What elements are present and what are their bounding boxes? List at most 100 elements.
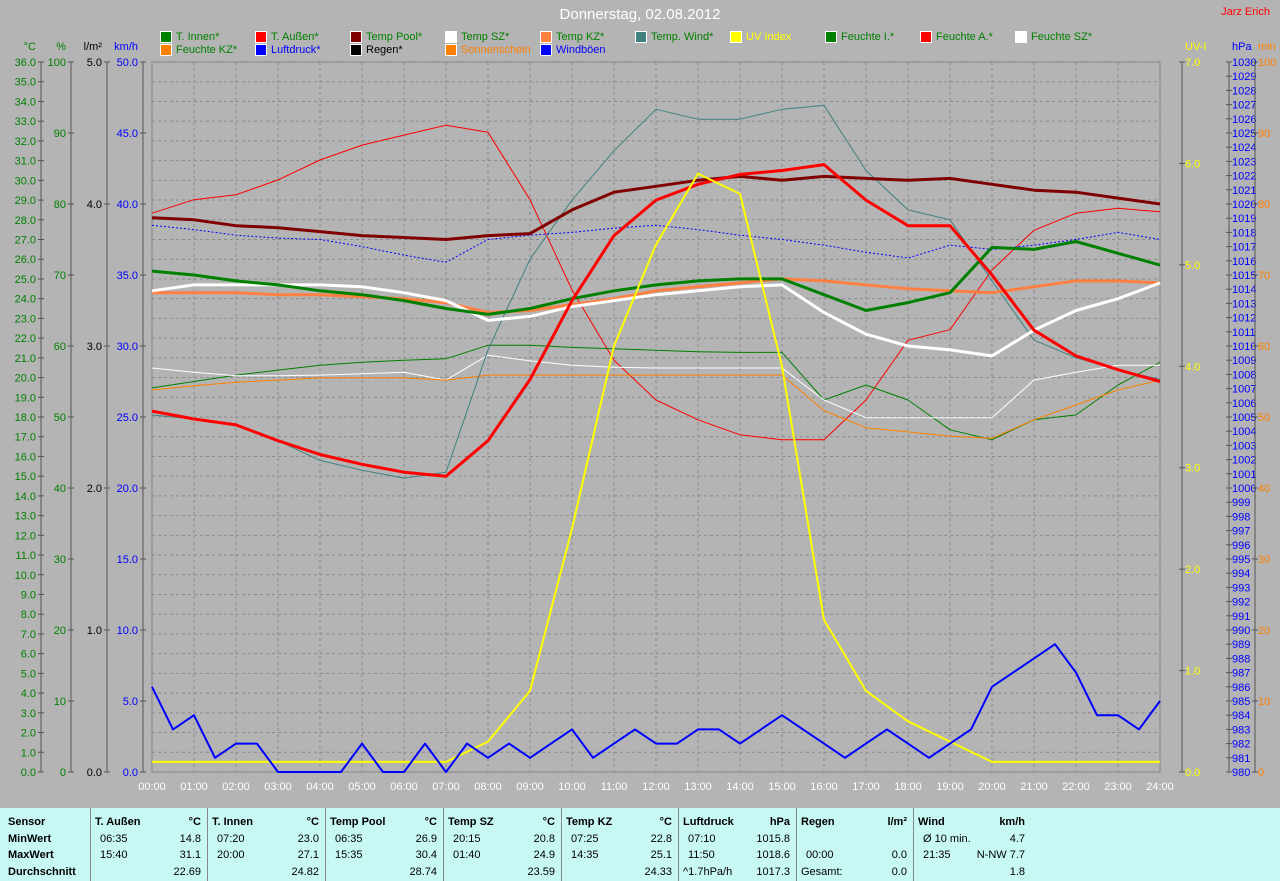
- axis-tick-label-hum: 80: [54, 199, 66, 211]
- axis-tick-label-temp: 27.0: [15, 235, 36, 247]
- axis-tick-label-temp: 29.0: [15, 195, 36, 207]
- max-time: 01:40: [453, 849, 481, 861]
- x-tick-label: 12:00: [642, 781, 670, 793]
- axis-tick-label-sun: 50: [1258, 412, 1270, 424]
- x-tick-label: 24:00: [1146, 781, 1174, 793]
- axis-tick-label-press: 1002: [1232, 455, 1256, 467]
- column-unit: °C: [424, 816, 437, 828]
- min-time: 06:35: [100, 833, 128, 845]
- axis-tick-label-press: 1021: [1232, 185, 1256, 197]
- axis-unit-sun: min: [1258, 41, 1276, 53]
- axis-tick-label-temp: 23.0: [15, 313, 36, 325]
- max-value: 27.1: [297, 849, 319, 861]
- x-tick-label: 21:00: [1020, 781, 1048, 793]
- column-header: Regen: [801, 816, 835, 828]
- x-tick-label: 00:00: [138, 781, 166, 793]
- axis-tick-label-temp: 28.0: [15, 215, 36, 227]
- axis-tick-label-uv: 4.0: [1185, 361, 1200, 373]
- max-value: 30.4: [415, 849, 437, 861]
- axis-tick-label-uv: 5.0: [1185, 260, 1200, 272]
- axis-tick-label-press: 996: [1232, 540, 1250, 552]
- column-unit: hPa: [769, 816, 790, 828]
- x-tick-label: 02:00: [222, 781, 250, 793]
- max-value: 31.1: [179, 849, 201, 861]
- axis-tick-label-sun: 40: [1258, 483, 1270, 495]
- max-value: N-NW 7.7: [976, 849, 1025, 861]
- axis-tick-label-rain: 2.0: [87, 483, 102, 495]
- x-tick-label: 13:00: [684, 781, 712, 793]
- min-time: 20:15: [453, 833, 481, 845]
- axis-tick-label-uv: 3.0: [1185, 463, 1200, 475]
- axis-tick-label-temp: 20.0: [15, 373, 36, 385]
- axis-tick-label-temp: 8.0: [21, 609, 36, 621]
- column-header: Temp SZ: [448, 816, 494, 828]
- axis-tick-label-uv: 7.0: [1185, 57, 1200, 69]
- max-time: 11:50: [688, 849, 715, 861]
- axis-tick-label-hum: 70: [54, 270, 66, 282]
- x-tick-label: 15:00: [768, 781, 796, 793]
- min-time: 07:10: [688, 833, 716, 845]
- axis-tick-label-wind: 35.0: [117, 270, 138, 282]
- axis-tick-label-sun: 60: [1258, 341, 1270, 353]
- axis-unit-hum: %: [56, 41, 66, 53]
- axis-tick-label-press: 984: [1232, 710, 1250, 722]
- x-tick-label: 19:00: [936, 781, 964, 793]
- x-tick-label: 01:00: [180, 781, 208, 793]
- axis-tick-label-sun: 0: [1258, 767, 1264, 779]
- x-tick-label: 22:00: [1062, 781, 1090, 793]
- axis-tick-label-press: 983: [1232, 724, 1250, 736]
- min-time: 06:35: [335, 833, 363, 845]
- axis-tick-label-uv: 6.0: [1185, 158, 1200, 170]
- axis-tick-label-press: 1005: [1232, 412, 1256, 424]
- axis-tick-label-wind: 50.0: [117, 57, 138, 69]
- axis-tick-label-temp: 24.0: [15, 294, 36, 306]
- axis-tick-label-sun: 100: [1258, 57, 1276, 69]
- stats-table: Sensor MinWert MaxWert Durchschnitt T. Außen…: [0, 808, 1280, 881]
- axis-tick-label-press: 1009: [1232, 355, 1256, 367]
- max-time: 21:35: [923, 849, 951, 861]
- axis-tick-label-press: 1029: [1232, 71, 1256, 83]
- axis-tick-label-wind: 5.0: [123, 696, 138, 708]
- axis-tick-label-press: 1027: [1232, 100, 1256, 112]
- axis-unit-temp: °C: [24, 41, 36, 53]
- axis-tick-label-hum: 60: [54, 341, 66, 353]
- axis-tick-label-rain: 0.0: [87, 767, 102, 779]
- axis-tick-label-press: 1013: [1232, 298, 1256, 310]
- axis-tick-label-hum: 90: [54, 128, 66, 140]
- axis-tick-label-press: 990: [1232, 625, 1250, 637]
- x-tick-label: 18:00: [894, 781, 922, 793]
- axis-tick-label-press: 989: [1232, 639, 1250, 651]
- axis-tick-label-press: 1012: [1232, 313, 1256, 325]
- x-tick-label: 16:00: [810, 781, 838, 793]
- axis-tick-label-temp: 35.0: [15, 77, 36, 89]
- axis-tick-label-temp: 25.0: [15, 274, 36, 286]
- axis-tick-label-press: 994: [1232, 568, 1250, 580]
- x-tick-label: 11:00: [601, 781, 628, 793]
- column-header: T. Innen: [212, 816, 253, 828]
- axis-tick-label-rain: 5.0: [87, 57, 102, 69]
- axis-tick-label-press: 1003: [1232, 440, 1256, 452]
- axis-tick-label-temp: 11.0: [15, 550, 36, 562]
- axis-tick-label-press: 993: [1232, 582, 1250, 594]
- x-tick-label: 08:00: [474, 781, 502, 793]
- axis-tick-label-temp: 16.0: [15, 451, 36, 463]
- column-unit: km/h: [999, 816, 1025, 828]
- column-header: Luftdruck: [683, 816, 734, 828]
- max-value: 0.0: [891, 849, 907, 861]
- axis-tick-label-temp: 36.0: [15, 57, 36, 69]
- max-value: 24.9: [533, 849, 555, 861]
- axis-tick-label-temp: 6.0: [21, 649, 36, 661]
- avg-value: 0.0: [891, 866, 907, 878]
- axis-tick-label-temp: 9.0: [21, 590, 36, 602]
- column-separator: [913, 808, 914, 881]
- axis-tick-label-press: 1004: [1232, 426, 1256, 438]
- axis-tick-label-wind: 25.0: [117, 412, 138, 424]
- axis-tick-label-wind: 0.0: [123, 767, 138, 779]
- axis-tick-label-press: 991: [1232, 611, 1250, 623]
- column-unit: °C: [188, 816, 201, 828]
- axis-tick-label-temp: 30.0: [15, 175, 36, 187]
- axis-tick-label-sun: 10: [1258, 696, 1270, 708]
- axis-tick-label-press: 992: [1232, 597, 1250, 609]
- avg-label: ^1.7hPa/h: [683, 866, 733, 878]
- avg-value: 23.59: [527, 866, 555, 878]
